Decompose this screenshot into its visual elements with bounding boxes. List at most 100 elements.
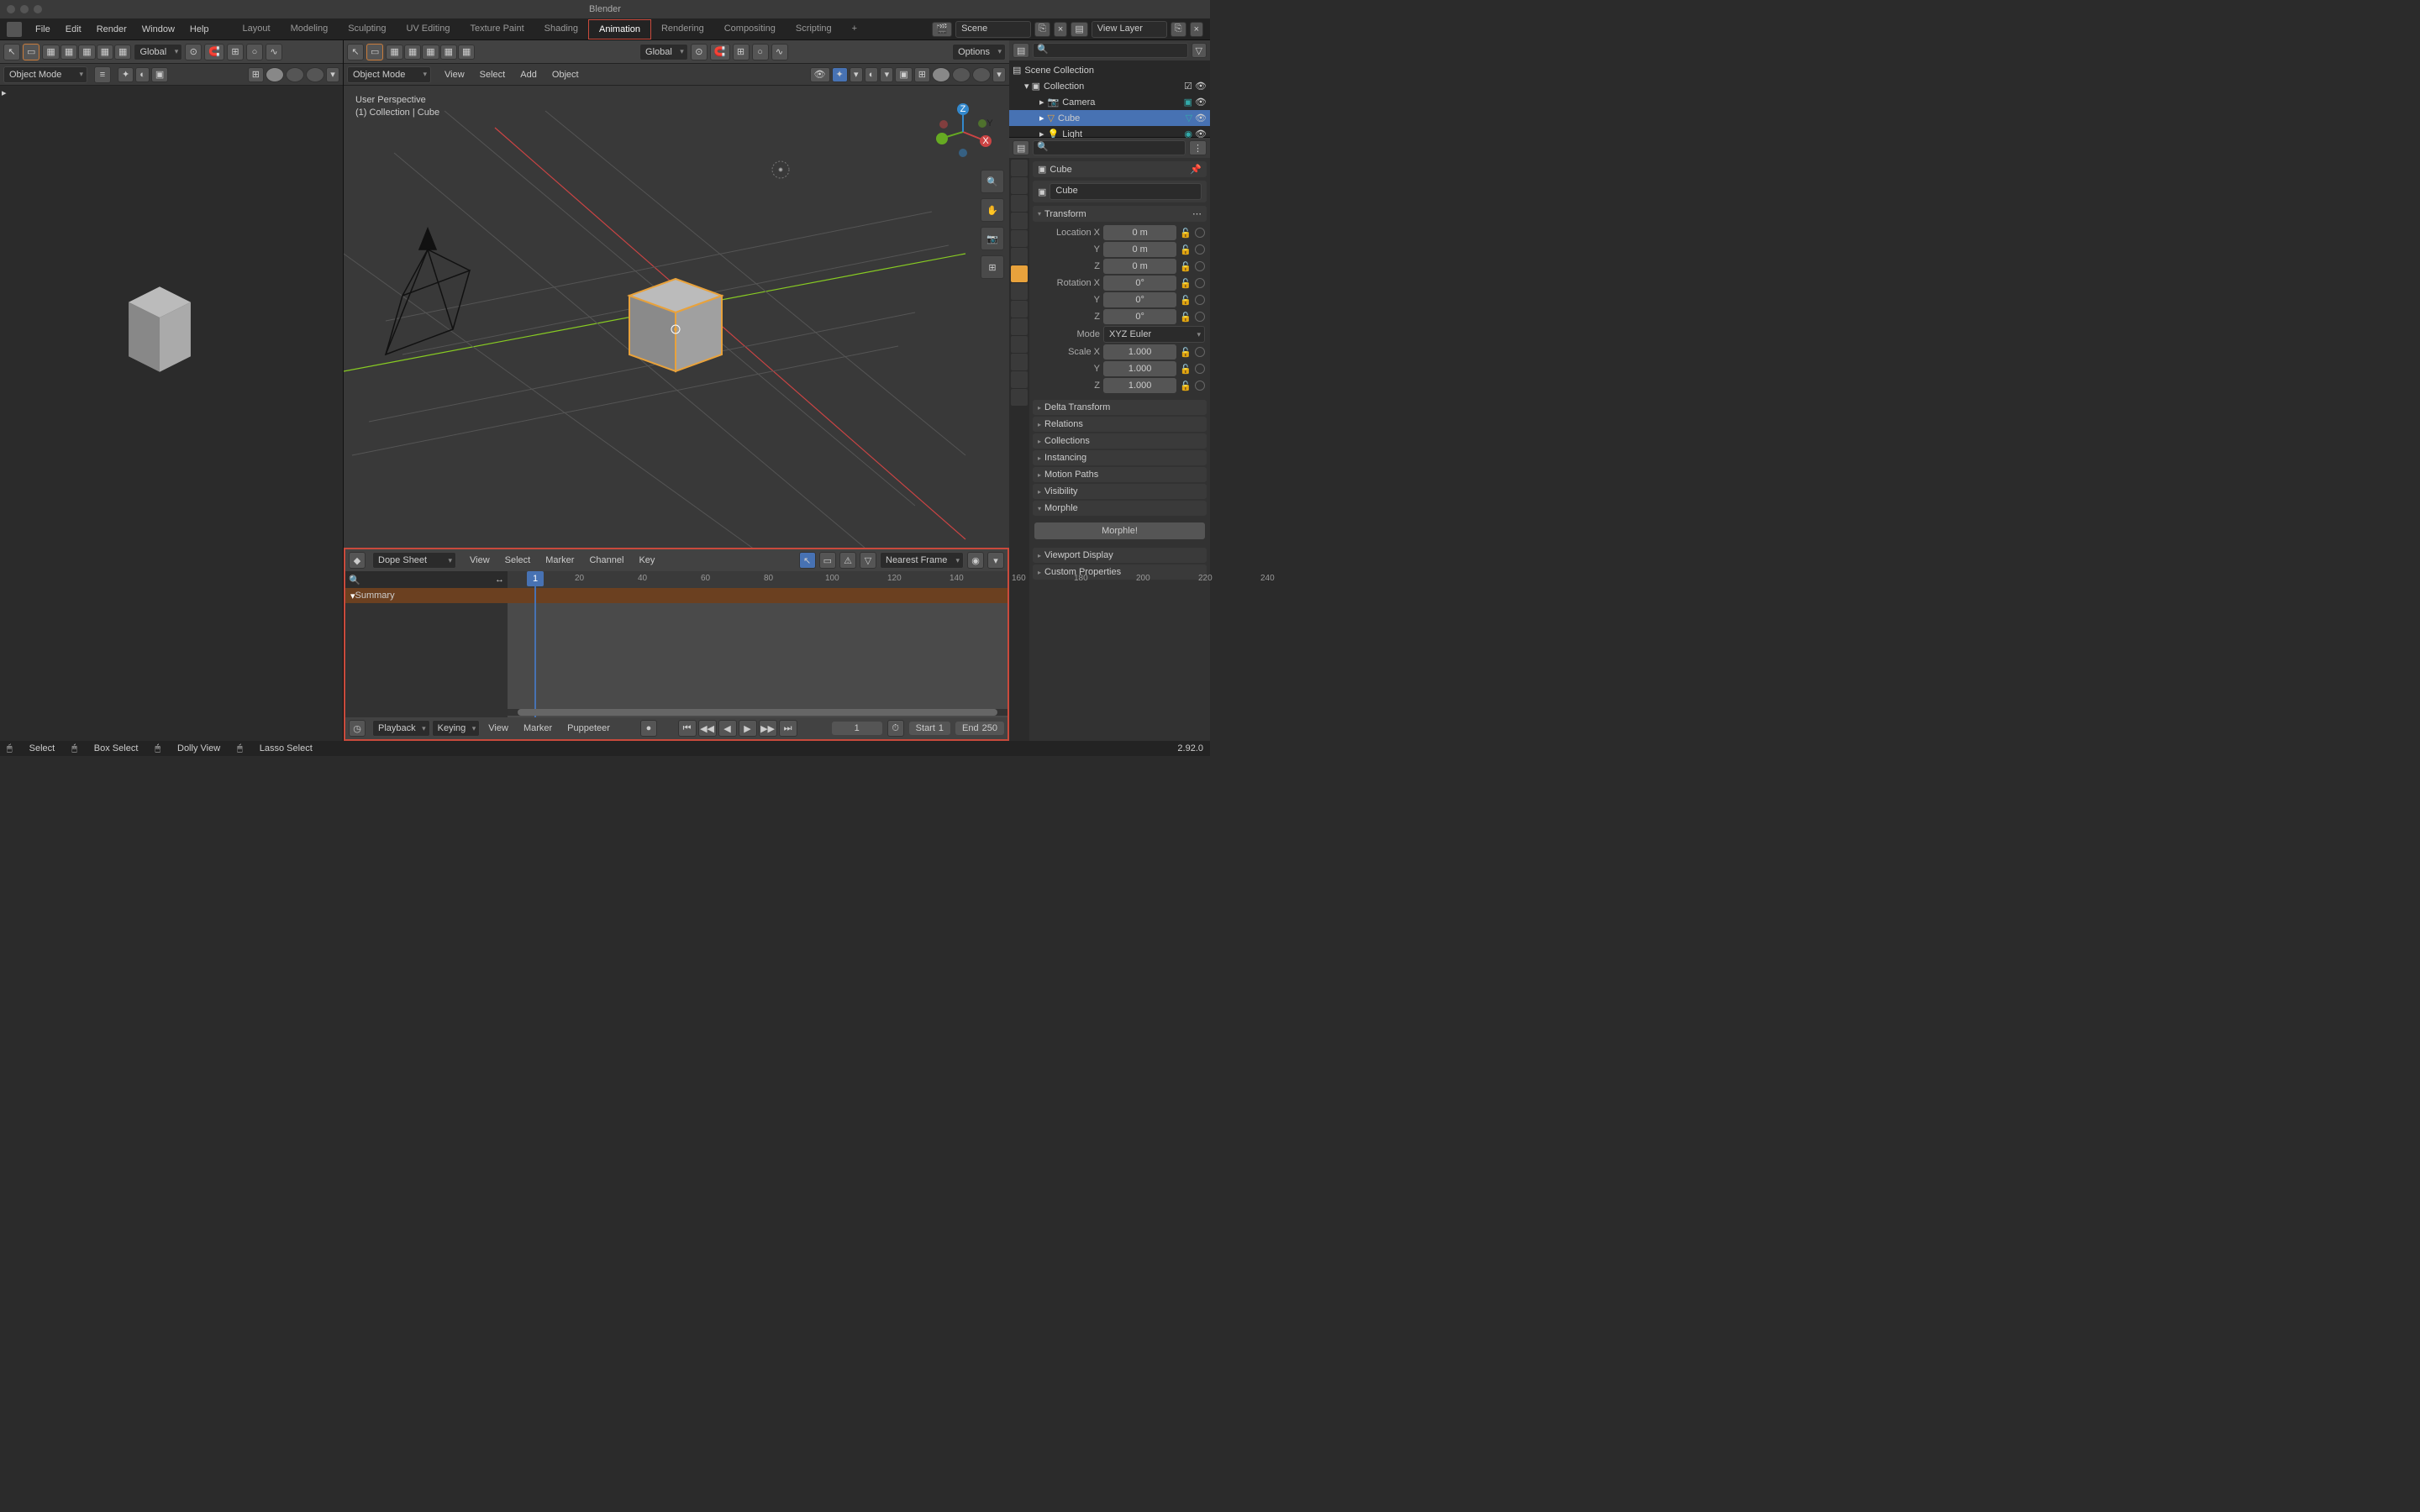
prop-icon-c[interactable]: ○ (752, 44, 769, 60)
scene-new-icon[interactable]: ⎘ (1034, 22, 1050, 37)
select-tool-icon[interactable]: ▭ (23, 44, 39, 60)
rendered-shading-icon[interactable] (306, 67, 324, 82)
orientation-dropdown-c[interactable]: Global (639, 44, 688, 60)
gizmo-opts-icon[interactable]: ▾ (850, 67, 863, 82)
end-frame-field[interactable]: End 250 (955, 722, 1004, 735)
prev-key-icon[interactable]: ◀◀ (698, 720, 717, 737)
wire-shade-icon[interactable]: ⊞ (914, 67, 930, 82)
material-tab-icon[interactable] (1011, 371, 1028, 388)
jump-end-icon[interactable]: ⏭ (779, 720, 797, 737)
tab-texturepaint[interactable]: Texture Paint (460, 19, 534, 39)
summary-row[interactable]: ▾ Summary (345, 588, 508, 603)
ds-select-tool-icon[interactable]: ↖ (799, 552, 816, 569)
ds-warn-icon[interactable]: ⚠ (839, 552, 856, 569)
lock-icon[interactable]: 🔓 (1180, 228, 1192, 239)
lock-icon[interactable]: 🔓 (1180, 312, 1192, 323)
snaptgt-icon-c[interactable]: ⊞ (733, 44, 750, 60)
solid-shade-icon[interactable] (932, 67, 950, 82)
loc-z-field[interactable]: 0 m (1103, 259, 1176, 274)
play-rev-icon[interactable]: ◀ (718, 720, 737, 737)
mesh-data-icon[interactable]: ▽ (1186, 113, 1192, 123)
keyframe-dot[interactable] (1195, 228, 1205, 238)
tab-shading[interactable]: Shading (534, 19, 588, 39)
constraint-tab-icon[interactable] (1011, 336, 1028, 353)
tab-compositing[interactable]: Compositing (714, 19, 786, 39)
loc-y-field[interactable]: 0 m (1103, 242, 1176, 257)
panel-visibility[interactable]: Visibility (1033, 484, 1207, 499)
eye-icon[interactable]: 👁 (1195, 81, 1207, 92)
select-mode-1[interactable]: ▦ (42, 45, 59, 60)
editor-type-icon[interactable]: ◆ (349, 552, 366, 569)
ds-menu-view[interactable]: View (463, 552, 497, 569)
panel-deltatransform[interactable]: Delta Transform (1033, 400, 1207, 415)
outliner-search[interactable]: 🔍 (1033, 43, 1187, 58)
tree-cube[interactable]: ▸ ▽ Cube▽👁 (1009, 110, 1210, 126)
vp-menu-view[interactable]: View (438, 66, 471, 83)
keying-menu[interactable]: Keying (432, 720, 481, 737)
nav-gizmo[interactable]: Z X Y (934, 102, 992, 161)
output-tab-icon[interactable] (1011, 195, 1028, 212)
menu-edit[interactable]: Edit (59, 21, 88, 38)
selmode-c3[interactable]: ▦ (422, 45, 439, 60)
texture-tab-icon[interactable] (1011, 389, 1028, 406)
eye-icon[interactable]: 👁 (1195, 97, 1207, 108)
shade-opts-icon[interactable]: ▾ (992, 67, 1006, 82)
overlay-opts-icon[interactable]: ▾ (880, 67, 893, 82)
mesh-tab-icon[interactable] (1011, 354, 1028, 370)
wireframe-shading-icon[interactable]: ⊞ (248, 67, 264, 82)
collection-vis-icon[interactable]: 👁 (810, 67, 830, 82)
select-mode-3[interactable]: ▦ (78, 45, 95, 60)
viewlayer-new-icon[interactable]: ⎘ (1171, 22, 1186, 37)
play-icon[interactable]: ▶ (739, 720, 757, 737)
panel-viewportdisplay[interactable]: Viewport Display (1033, 548, 1207, 563)
lock-icon[interactable]: 🔓 (1180, 347, 1192, 358)
lock-icon[interactable]: 🔓 (1180, 381, 1192, 391)
overlay-toggle-icon[interactable]: ◐ (865, 67, 879, 82)
props-opts-icon[interactable]: ⋮ (1189, 140, 1207, 155)
tab-scripting[interactable]: Scripting (786, 19, 842, 39)
close-dot[interactable] (7, 5, 15, 13)
panel-transform[interactable]: Transform⋯ (1033, 206, 1207, 222)
outliner-filter-icon[interactable]: ▽ (1192, 43, 1207, 58)
tab-uvediting[interactable]: UV Editing (396, 19, 460, 39)
selmode-c4[interactable]: ▦ (440, 45, 457, 60)
render-tab-icon[interactable] (1011, 177, 1028, 194)
menu-file[interactable]: File (29, 21, 57, 38)
tl-menu-view[interactable]: View (481, 720, 515, 737)
ds-filter-icon[interactable]: ▽ (860, 552, 876, 569)
modifier-tab-icon[interactable] (1011, 283, 1028, 300)
channel-search[interactable]: 🔍↔ (345, 571, 508, 588)
tool-tab-icon[interactable] (1011, 160, 1028, 176)
select-mode-5[interactable]: ▦ (114, 45, 131, 60)
scene-browse-icon[interactable]: 🎬 (932, 22, 952, 37)
gizmo-toggle-icon[interactable]: ✦ (832, 67, 848, 82)
keyframe-dot[interactable] (1195, 312, 1205, 322)
tl-menu-puppeteer[interactable]: Puppeteer (560, 720, 617, 737)
playhead-frame[interactable]: 1 (527, 571, 544, 586)
autokey-icon[interactable]: ● (640, 720, 657, 737)
playhead[interactable]: 1 (534, 571, 536, 717)
pivot-icon-c[interactable]: ⊙ (691, 44, 708, 60)
eye-icon[interactable]: 👁 (1195, 113, 1207, 123)
scene-field[interactable]: Scene (955, 21, 1031, 38)
lock-icon[interactable]: 🔓 (1180, 278, 1192, 289)
zoom-dot[interactable] (34, 5, 42, 13)
keyframe-dot[interactable] (1195, 244, 1205, 255)
proportional-falloff-icon[interactable]: ∿ (266, 44, 282, 60)
rot-z-field[interactable]: 0° (1103, 309, 1176, 324)
scale-z-field[interactable]: 1.000 (1103, 378, 1176, 393)
orientation-dropdown[interactable]: Global (134, 44, 182, 60)
ds-menu-key[interactable]: Key (632, 552, 661, 569)
keyframe-dot[interactable] (1195, 295, 1205, 305)
world-tab-icon[interactable] (1011, 248, 1028, 265)
center-viewport[interactable]: User Perspective (1) Collection | Cube (344, 86, 1009, 548)
ds-prop-icon[interactable]: ◉ (967, 552, 984, 569)
jump-start-icon[interactable]: ⏮ (678, 720, 697, 737)
tab-rendering[interactable]: Rendering (651, 19, 714, 39)
tab-sculpting[interactable]: Sculpting (338, 19, 396, 39)
start-frame-field[interactable]: Start 1 (909, 722, 950, 735)
panel-menu-icon[interactable]: ⋯ (1192, 208, 1202, 219)
scale-x-field[interactable]: 1.000 (1103, 344, 1176, 360)
camera-data-icon[interactable]: ▣ (1184, 97, 1192, 108)
ds-propopts-icon[interactable]: ▾ (987, 552, 1004, 569)
